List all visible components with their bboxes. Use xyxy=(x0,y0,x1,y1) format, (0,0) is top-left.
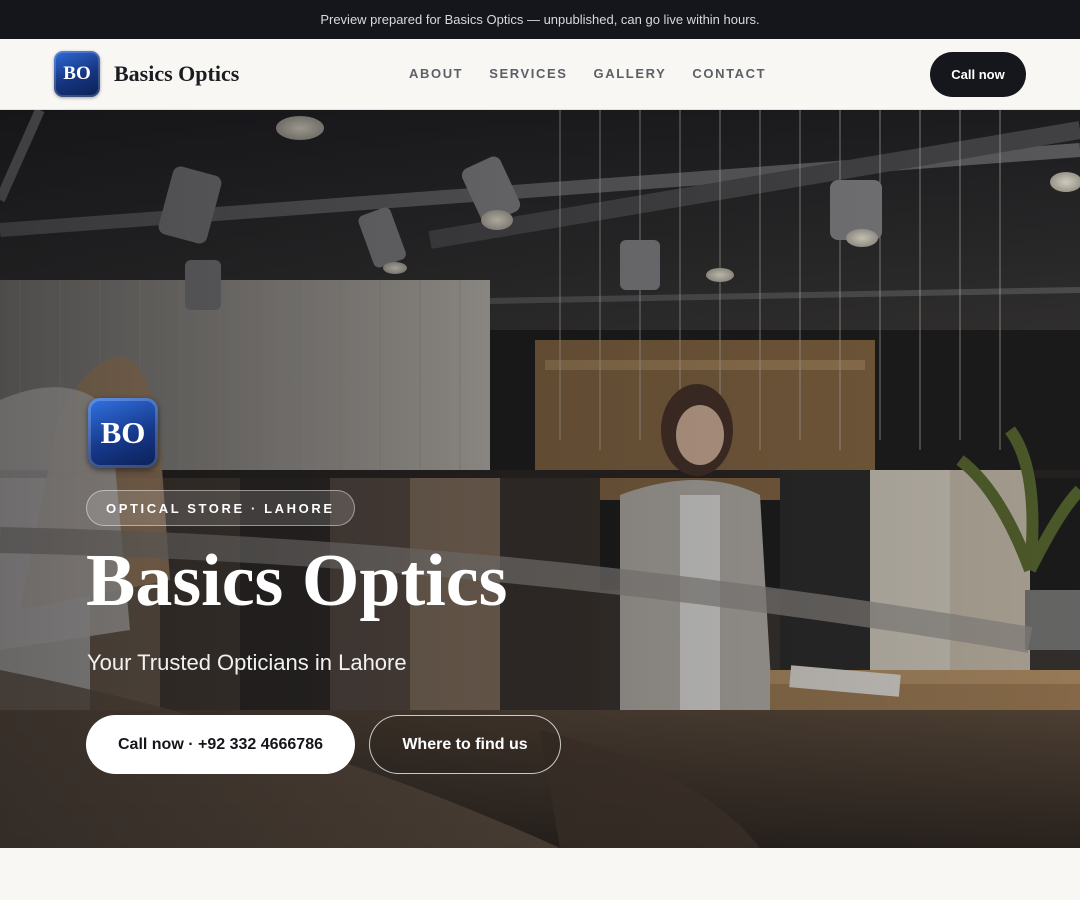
brand-name: Basics Optics xyxy=(114,61,240,86)
hero-logo-text: BO xyxy=(100,415,146,450)
hero-logo-badge: BO xyxy=(88,398,158,468)
call-now-button[interactable]: Call now xyxy=(930,52,1026,97)
preview-banner-text: Preview prepared for Basics Optics — unp… xyxy=(320,12,760,27)
main-nav: ABOUT SERVICES GALLERY CONTACT xyxy=(409,66,766,81)
nav-link-services[interactable]: SERVICES xyxy=(489,66,567,81)
call-phone-button[interactable]: Call now · +92 332 4666786 xyxy=(86,715,355,774)
location-tag: OPTICAL STORE · LAHORE xyxy=(86,490,355,526)
brand-link[interactable]: BO Basics Optics xyxy=(54,51,239,97)
hero-title: Basics Optics xyxy=(86,540,508,622)
logo-badge: BO xyxy=(54,51,100,97)
find-us-button[interactable]: Where to find us xyxy=(369,715,561,774)
next-section xyxy=(0,848,1080,900)
preview-banner: Preview prepared for Basics Optics — unp… xyxy=(0,0,1080,39)
nav-link-gallery[interactable]: GALLERY xyxy=(594,66,667,81)
nav-link-contact[interactable]: CONTACT xyxy=(692,66,766,81)
nav-link-about[interactable]: ABOUT xyxy=(409,66,463,81)
logo-text: BO xyxy=(63,63,91,84)
site-header: BO Basics Optics ABOUT SERVICES GALLERY … xyxy=(0,39,1080,110)
hero-section: BO OPTICAL STORE · LAHORE Basics Optics … xyxy=(0,110,1080,848)
hero-subtitle: Your Trusted Opticians in Lahore xyxy=(87,650,407,675)
